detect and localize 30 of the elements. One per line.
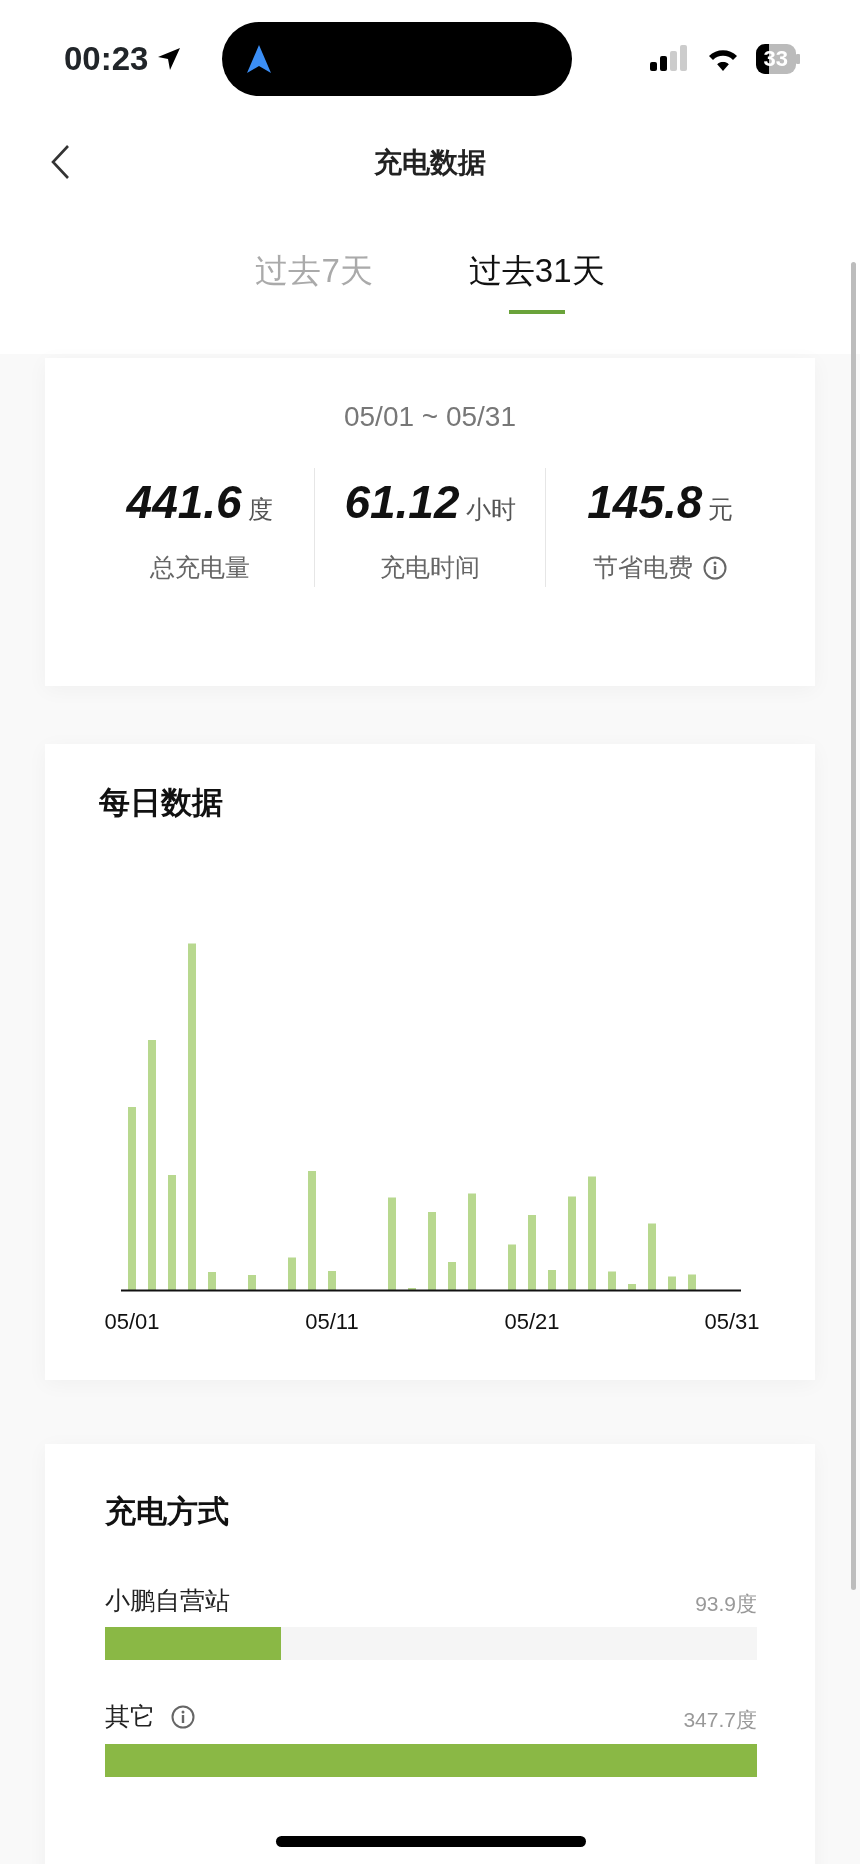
stat-value: 61.12 bbox=[344, 476, 460, 528]
method-reading: 93.9度 bbox=[695, 1590, 757, 1617]
method-name: 小鹏自营站 bbox=[105, 1584, 230, 1616]
stat-value: 441.6 bbox=[126, 476, 242, 528]
signal-icon bbox=[649, 45, 690, 73]
stat-value: 145.8 bbox=[587, 476, 703, 528]
battery-tip-icon bbox=[796, 54, 800, 64]
page-title: 充电数据 bbox=[374, 146, 486, 180]
info-icon[interactable] bbox=[171, 1704, 195, 1729]
stat-label: 总充电量 bbox=[149, 552, 250, 583]
section-title: 每日数据 bbox=[99, 785, 223, 820]
stat-label: 充电时间 bbox=[380, 552, 480, 583]
stat-label: 节省电费 bbox=[593, 552, 694, 583]
method-reading: 347.7度 bbox=[683, 1707, 757, 1733]
stat-unit: 度 bbox=[247, 495, 273, 523]
navigation-arrow-icon bbox=[246, 44, 273, 74]
info-icon[interactable] bbox=[703, 555, 728, 580]
location-arrow-icon bbox=[156, 46, 183, 72]
date-range: 05/01 ~ 05/31 bbox=[343, 401, 516, 432]
x-axis-label: 05/01 bbox=[104, 1309, 160, 1334]
stat-unit: 元 bbox=[708, 495, 734, 523]
period-tab[interactable]: 过去31天 bbox=[468, 242, 605, 314]
method-name: 其它 bbox=[105, 1701, 155, 1732]
section-title: 充电方式 bbox=[105, 1494, 229, 1529]
status-time: 00:23 bbox=[64, 39, 149, 80]
back-button[interactable] bbox=[50, 144, 70, 180]
x-axis-label: 05/31 bbox=[704, 1309, 760, 1334]
x-axis-label: 05/21 bbox=[504, 1309, 560, 1334]
stat-unit: 小时 bbox=[465, 495, 516, 523]
x-axis-label: 05/11 bbox=[305, 1309, 359, 1334]
